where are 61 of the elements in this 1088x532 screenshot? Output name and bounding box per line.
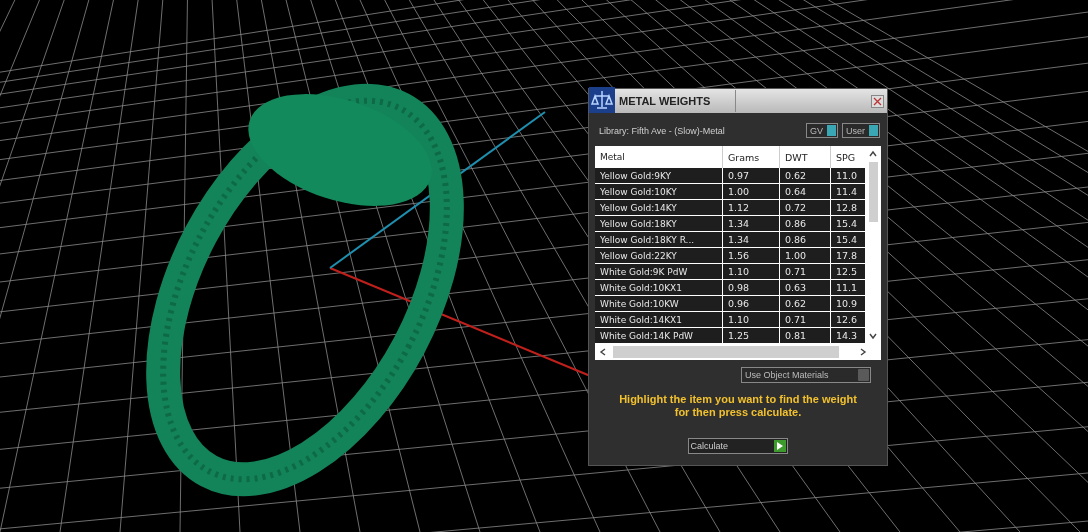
table-cell: 1.56 — [723, 248, 780, 263]
table-cell-text: 11.0 — [835, 169, 859, 183]
scale-icon — [589, 87, 615, 113]
table-cell-text: 12.5 — [835, 265, 859, 279]
table-cell: 0.63 — [780, 280, 831, 295]
table-cell: 0.62 — [780, 168, 831, 183]
table-cell: White Gold:10KW — [595, 296, 723, 311]
table-cell: White Gold:9K PdW — [595, 264, 723, 279]
scroll-down-icon[interactable] — [868, 332, 879, 340]
scroll-right-icon[interactable] — [859, 347, 867, 357]
table-cell-text: 14.3 — [835, 329, 859, 343]
table-cell: 0.96 — [723, 296, 780, 311]
table-cell: 0.98 — [723, 280, 780, 295]
scroll-left-icon[interactable] — [599, 347, 607, 357]
table-cell: 1.00 — [723, 184, 780, 199]
table-cell: 0.72 — [780, 200, 831, 215]
table-cell: Yellow Gold:10KY — [595, 184, 723, 199]
table-cell: Yellow Gold:18KY R... — [595, 232, 723, 247]
table-cell: Yellow Gold:14KY — [595, 200, 723, 215]
table-cell: Yellow Gold:18KY — [595, 216, 723, 231]
table-cell: 1.34 — [723, 232, 780, 247]
close-button[interactable] — [871, 94, 884, 108]
table-cell-text: 10.9 — [835, 297, 859, 311]
table-cell: 0.97 — [723, 168, 780, 183]
use-object-materials-toggle[interactable]: Use Object Materials — [741, 367, 871, 383]
toggle-button[interactable]: User — [842, 123, 880, 138]
scroll-up-icon[interactable] — [868, 150, 879, 158]
table-cell-text: 12.6 — [835, 313, 859, 327]
toggle-button[interactable]: GV — [805, 123, 838, 138]
table-cell-text: 15.4 — [835, 217, 859, 231]
table-cell-text: 12.8 — [835, 201, 859, 215]
scroll-thumb[interactable] — [868, 162, 878, 222]
table-cell-text: 15.4 — [835, 233, 859, 247]
instruction-text: Highlight the item you want to find the weight for then press calculate. — [618, 393, 858, 419]
library-label: Library: Fifth Ave - (Slow)-Metal — [599, 125, 725, 136]
table-cell: 0.81 — [780, 328, 831, 343]
calculate-button[interactable]: Calculate — [687, 438, 788, 454]
table-cell: White Gold:10KX1 — [595, 280, 723, 295]
table-cell-text: 11.4 — [835, 185, 859, 199]
table-cell: 0.64 — [780, 184, 831, 199]
table-cell: 1.25 — [723, 328, 780, 343]
table-cell: 1.00 — [780, 248, 831, 263]
play-icon — [773, 440, 786, 452]
table-cell-text: 11.1 — [835, 281, 859, 295]
table-cell: 1.10 — [723, 312, 780, 327]
table-cell: 1.34 — [723, 216, 780, 231]
table-cell: 0.86 — [780, 216, 831, 231]
window-title: METAL WEIGHTS — [618, 95, 712, 107]
table-cell-text: 17.8 — [835, 249, 859, 263]
table-cell: White Gold:14KX1 — [595, 312, 723, 327]
table-cell: Yellow Gold:22KY — [595, 248, 723, 263]
scroll-thumb[interactable] — [613, 346, 839, 358]
table-cell: 0.86 — [780, 232, 831, 247]
table-cell: 0.71 — [780, 264, 831, 279]
table-cell: 1.12 — [723, 200, 780, 215]
table-cell: 0.62 — [780, 296, 831, 311]
column-header[interactable]: SPG — [831, 146, 866, 168]
table-cell: 1.10 — [723, 264, 780, 279]
table-cell: 0.71 — [780, 312, 831, 327]
table-cell: White Gold:14K PdW — [595, 328, 723, 343]
table-cell: Yellow Gold:9KY — [595, 168, 723, 183]
